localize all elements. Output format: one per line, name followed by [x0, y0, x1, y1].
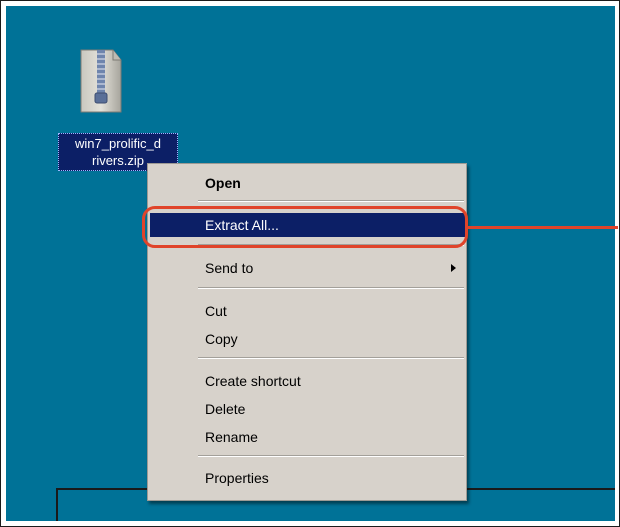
menu-item-create-shortcut[interactable]: Create shortcut — [148, 369, 466, 393]
callout-pointer-line — [468, 226, 618, 229]
menu-item-rename[interactable]: Rename — [148, 425, 466, 449]
menu-item-delete[interactable]: Delete — [148, 397, 466, 421]
menu-item-label: Rename — [205, 429, 258, 445]
menu-item-label: Delete — [205, 401, 246, 417]
menu-item-cut[interactable]: Cut — [148, 299, 466, 323]
menu-item-properties[interactable]: Properties — [148, 466, 466, 490]
menu-item-label: Cut — [205, 303, 227, 319]
menu-separator — [198, 287, 464, 289]
file-name-line-1: win7_prolific_d — [75, 136, 161, 151]
menu-item-send-to[interactable]: Send to — [148, 256, 466, 280]
highlight-callout — [142, 206, 468, 248]
menu-item-open[interactable]: Open — [148, 171, 466, 195]
zip-archive-icon[interactable] — [73, 46, 129, 116]
menu-item-label: Create shortcut — [205, 373, 301, 389]
menu-item-copy[interactable]: Copy — [148, 327, 466, 351]
menu-item-label: Open — [205, 175, 241, 191]
menu-item-label: Send to — [205, 260, 254, 276]
menu-separator — [198, 455, 464, 457]
menu-separator — [198, 357, 464, 359]
menu-separator — [198, 200, 464, 202]
window-edge-left — [56, 488, 58, 521]
submenu-arrow-icon — [451, 264, 456, 272]
menu-item-label: Properties — [205, 470, 269, 486]
menu-item-label: Copy — [205, 331, 238, 347]
